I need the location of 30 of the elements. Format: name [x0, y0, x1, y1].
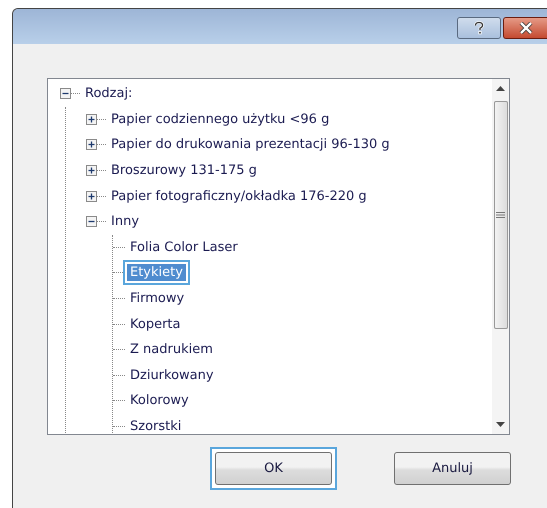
tree-item[interactable]: Papier do drukowania prezentacji 96-130 g [106, 134, 395, 156]
tree-item[interactable]: Z nadrukiem [125, 339, 218, 360]
tree-item[interactable]: Dziurkowany [125, 364, 219, 386]
tree-item[interactable]: Firmowy [125, 288, 190, 310]
ok-button[interactable]: OK [215, 452, 332, 485]
collapse-icon[interactable] [60, 88, 71, 100]
tree-item[interactable]: Inny [106, 211, 144, 232]
cancel-button[interactable]: Anuluj [394, 452, 511, 485]
tree-item[interactable]: Papier fotograficzny/okładka 176-220 g [106, 186, 372, 207]
collapse-icon[interactable] [86, 216, 97, 228]
scroll-down-icon[interactable] [496, 422, 505, 427]
tree-item[interactable]: Broszurowy 131-175 g [106, 160, 262, 182]
tree-item[interactable]: Kolorowy [125, 390, 194, 412]
tree-item[interactable]: Rodzaj: [80, 83, 138, 104]
close-button[interactable] [503, 17, 547, 39]
tree-item[interactable]: Folia Color Laser [125, 236, 243, 258]
tree-item[interactable]: Etykiety [125, 262, 188, 284]
expand-icon[interactable] [86, 190, 97, 202]
help-button[interactable] [457, 17, 501, 39]
question-mark-icon [473, 21, 485, 35]
expand-icon[interactable] [86, 139, 97, 150]
scroll-up-icon[interactable] [496, 86, 505, 91]
tree-item[interactable]: Papier codziennego użytku <96 g [106, 108, 334, 130]
expand-icon[interactable] [86, 165, 97, 176]
tree-item[interactable]: Koperta [125, 314, 186, 335]
tree-item[interactable]: Szorstki [125, 416, 186, 434]
grip-icon [496, 211, 505, 219]
close-icon [518, 22, 534, 34]
scroll-thumb[interactable] [494, 101, 508, 329]
expand-icon[interactable] [86, 114, 97, 125]
